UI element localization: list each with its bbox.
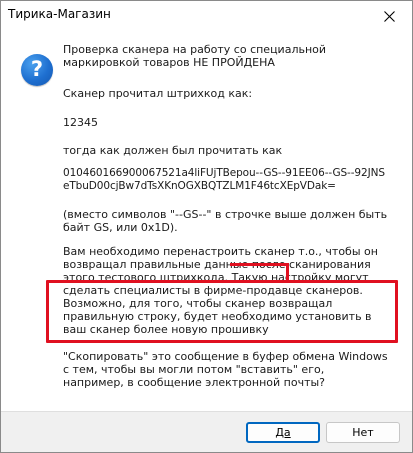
close-icon xyxy=(383,10,395,22)
reconfigure-text: Вам необходимо перенастроить сканер т.о.… xyxy=(63,245,378,336)
title-bar[interactable]: Тирика-Магазин xyxy=(1,1,412,31)
message-heading: Проверка сканера на работу со специально… xyxy=(63,43,327,69)
no-button[interactable]: Нет xyxy=(326,422,400,443)
copy-prompt: "Скопировать" это сообщение в буфер обме… xyxy=(63,350,388,389)
yes-button[interactable]: Да xyxy=(246,422,320,443)
window-title: Тирика-Магазин xyxy=(8,7,111,21)
dialog-window: Тирика-Магазин ? Проверка сканера на раб… xyxy=(0,0,413,453)
question-icon: ? xyxy=(21,54,53,86)
scanned-label: Сканер прочитал штрихкод как: xyxy=(63,87,253,100)
expected-value: 010460166900067521a4liFUjTBepou--GS--91E… xyxy=(63,167,385,192)
gs-note: (вместо символов "--GS--" в строчке выше… xyxy=(63,208,388,234)
button-bar: Да Нет xyxy=(1,411,412,452)
close-button[interactable] xyxy=(366,1,412,31)
scanned-value: 12345 xyxy=(63,116,98,129)
expected-label: тогда как должен был прочитать как xyxy=(63,144,283,157)
no-button-label: Нет xyxy=(352,426,374,439)
yes-button-label: Да xyxy=(275,426,291,439)
